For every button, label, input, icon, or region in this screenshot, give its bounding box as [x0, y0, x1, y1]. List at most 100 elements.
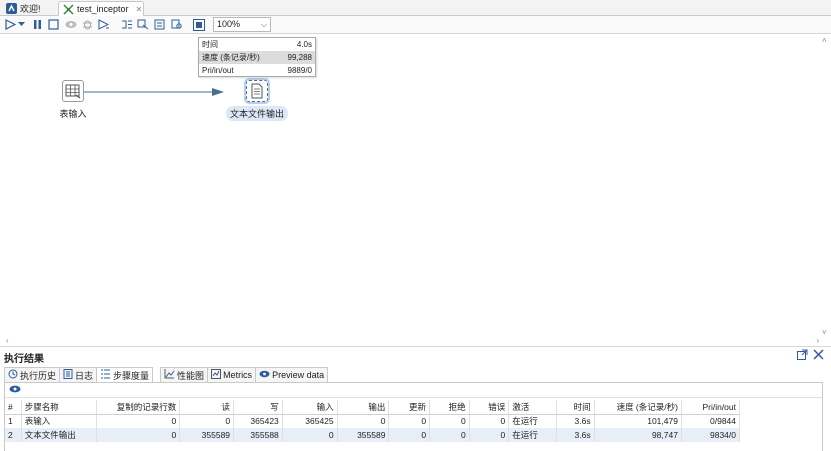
column-header[interactable]: 步骤名称	[21, 400, 97, 415]
cell: 0	[388, 414, 431, 428]
hop-arrow[interactable]	[84, 88, 234, 96]
run-icon[interactable]	[4, 18, 17, 31]
chevron-down-icon: ⌵	[260, 20, 267, 29]
run-options-chevron-down-icon[interactable]	[17, 18, 25, 31]
cell: 0	[282, 428, 338, 442]
tab-label: test_inceptor	[77, 4, 129, 14]
pause-icon[interactable]	[31, 18, 44, 31]
zoom-select[interactable]: 100% ⌵	[213, 17, 271, 32]
close-icon[interactable]: ✕	[136, 5, 143, 14]
step-text-file-output[interactable]: 文本文件输出	[222, 78, 292, 121]
column-header[interactable]: 复制的记录行数	[96, 400, 181, 415]
table-row[interactable]: 2 文本文件输出 0 355589 355588 0 355589 0 0 0 …	[5, 428, 741, 442]
column-header[interactable]: 写	[233, 400, 283, 415]
step-table-input[interactable]: 表输入	[52, 80, 94, 121]
verify-icon[interactable]	[120, 18, 133, 31]
impact-analysis-icon[interactable]	[136, 18, 149, 31]
tab-label: 步骤度量	[113, 370, 150, 381]
close-panel-icon[interactable]	[813, 349, 824, 363]
cell: 0	[337, 414, 390, 428]
column-header[interactable]: 更新	[388, 400, 431, 415]
column-header[interactable]: 拒绝	[429, 400, 470, 415]
cell: 表输入	[21, 414, 97, 428]
stop-icon[interactable]	[47, 18, 60, 31]
step-metrics-view: # 步骤名称 复制的记录行数 读 写 输入 输出 更新 拒绝 错误 激活 时间 …	[4, 382, 823, 451]
cell: 0	[469, 428, 510, 442]
tab-label: Preview data	[272, 370, 325, 380]
transformation-canvas[interactable]: 表输入 文本文件输出 时间 4.0s 速度 (条记录/秒) 99,288 Pri…	[0, 35, 831, 347]
column-header[interactable]: 时间	[556, 400, 595, 415]
tab-test-inceptor[interactable]: test_inceptor ✕	[58, 1, 144, 16]
tab-metrics[interactable]: Metrics	[207, 367, 257, 382]
cell: 98,747	[594, 428, 682, 442]
cell: 355589	[179, 428, 235, 442]
column-header[interactable]: #	[5, 400, 22, 415]
tab-label: 执行历史	[20, 370, 57, 381]
cell: 0	[179, 414, 235, 428]
editor-tab-strip: 欢迎! test_inceptor ✕	[0, 0, 831, 16]
cell: 文本文件输出	[21, 428, 97, 442]
view-output-eye-icon[interactable]	[9, 384, 21, 396]
cell: 0/9844	[681, 414, 741, 428]
tab-welcome[interactable]: 欢迎!	[2, 1, 45, 16]
column-header[interactable]: 错误	[469, 400, 510, 415]
transformation-icon	[63, 3, 74, 15]
tab-performance-chart[interactable]: 性能图	[160, 367, 209, 382]
spoon-logo-icon	[6, 3, 17, 14]
cell: 3.6s	[556, 428, 595, 442]
canvas-vertical-scrollbar[interactable]: ˄ ˅	[821, 35, 831, 337]
debug-icon[interactable]	[81, 18, 94, 31]
tooltip-row: 速度 (条记录/秒) 99,288	[199, 51, 315, 64]
tab-execution-history[interactable]: 执行历史	[4, 367, 61, 382]
cell: 365423	[233, 414, 283, 428]
history-icon	[8, 369, 18, 381]
step-label: 文本文件输出	[225, 106, 288, 121]
cell: 在运行	[508, 414, 558, 428]
tooltip-value: 4.0s	[296, 40, 312, 49]
show-results-icon[interactable]	[192, 18, 205, 31]
table-header-row: # 步骤名称 复制的记录行数 读 写 输入 输出 更新 拒绝 错误 激活 时间 …	[5, 400, 741, 415]
preview-eye-icon[interactable]	[64, 18, 77, 31]
cell: 0	[96, 414, 181, 428]
cell: 0	[429, 428, 470, 442]
column-header[interactable]: Pri/in/out	[681, 400, 741, 415]
tab-preview-data[interactable]: Preview data	[255, 367, 329, 382]
table-input-icon	[62, 80, 84, 102]
preview-eye-icon	[259, 369, 270, 381]
cell: 1	[5, 414, 22, 428]
column-header[interactable]: 速度 (条记录/秒)	[594, 400, 682, 415]
table-row[interactable]: 1 表输入 0 0 365423 365425 0 0 0 0 在运行 3.6s…	[5, 414, 741, 428]
scroll-down-icon[interactable]: ˅	[822, 328, 827, 337]
cell: 0	[96, 428, 181, 442]
cell: 355589	[337, 428, 390, 442]
cell: 2	[5, 428, 22, 442]
tab-label: 性能图	[177, 370, 205, 381]
scroll-up-icon[interactable]: ˄	[822, 36, 827, 45]
canvas-horizontal-scrollbar[interactable]: ‹ ›	[0, 336, 821, 346]
performance-chart-icon	[164, 369, 175, 381]
column-header[interactable]: 输入	[282, 400, 338, 415]
results-tab-bar: 执行历史 日志 步骤度量 性能图 Metrics Preview data	[4, 367, 329, 382]
explore-database-icon[interactable]	[170, 18, 183, 31]
cell: 9834/0	[681, 428, 741, 442]
log-icon	[63, 369, 73, 381]
cell: 365425	[282, 414, 338, 428]
tab-log[interactable]: 日志	[59, 367, 98, 382]
column-header[interactable]: 输出	[337, 400, 390, 415]
tab-step-metrics[interactable]: 步骤度量	[96, 367, 154, 382]
maximize-panel-icon[interactable]	[797, 349, 808, 363]
replay-icon[interactable]	[97, 18, 110, 31]
scroll-right-icon[interactable]: ›	[816, 336, 819, 345]
scroll-left-icon[interactable]: ‹	[6, 336, 9, 345]
step-metrics-tooltip: 时间 4.0s 速度 (条记录/秒) 99,288 Pri/in/out 988…	[198, 37, 316, 77]
metrics-icon	[211, 369, 222, 381]
zoom-value: 100%	[217, 19, 241, 29]
tooltip-key: 时间	[202, 40, 218, 49]
cell: 101,479	[594, 414, 682, 428]
text-file-output-icon	[244, 78, 270, 104]
column-header[interactable]: 激活	[508, 400, 558, 415]
tooltip-row: Pri/in/out 9889/0	[199, 64, 315, 77]
execution-results-panel: 执行结果 执行历史 日志 步骤度量 性能图 Metrics Preview da…	[0, 348, 831, 451]
sql-icon[interactable]	[153, 18, 166, 31]
column-header[interactable]: 读	[179, 400, 235, 415]
